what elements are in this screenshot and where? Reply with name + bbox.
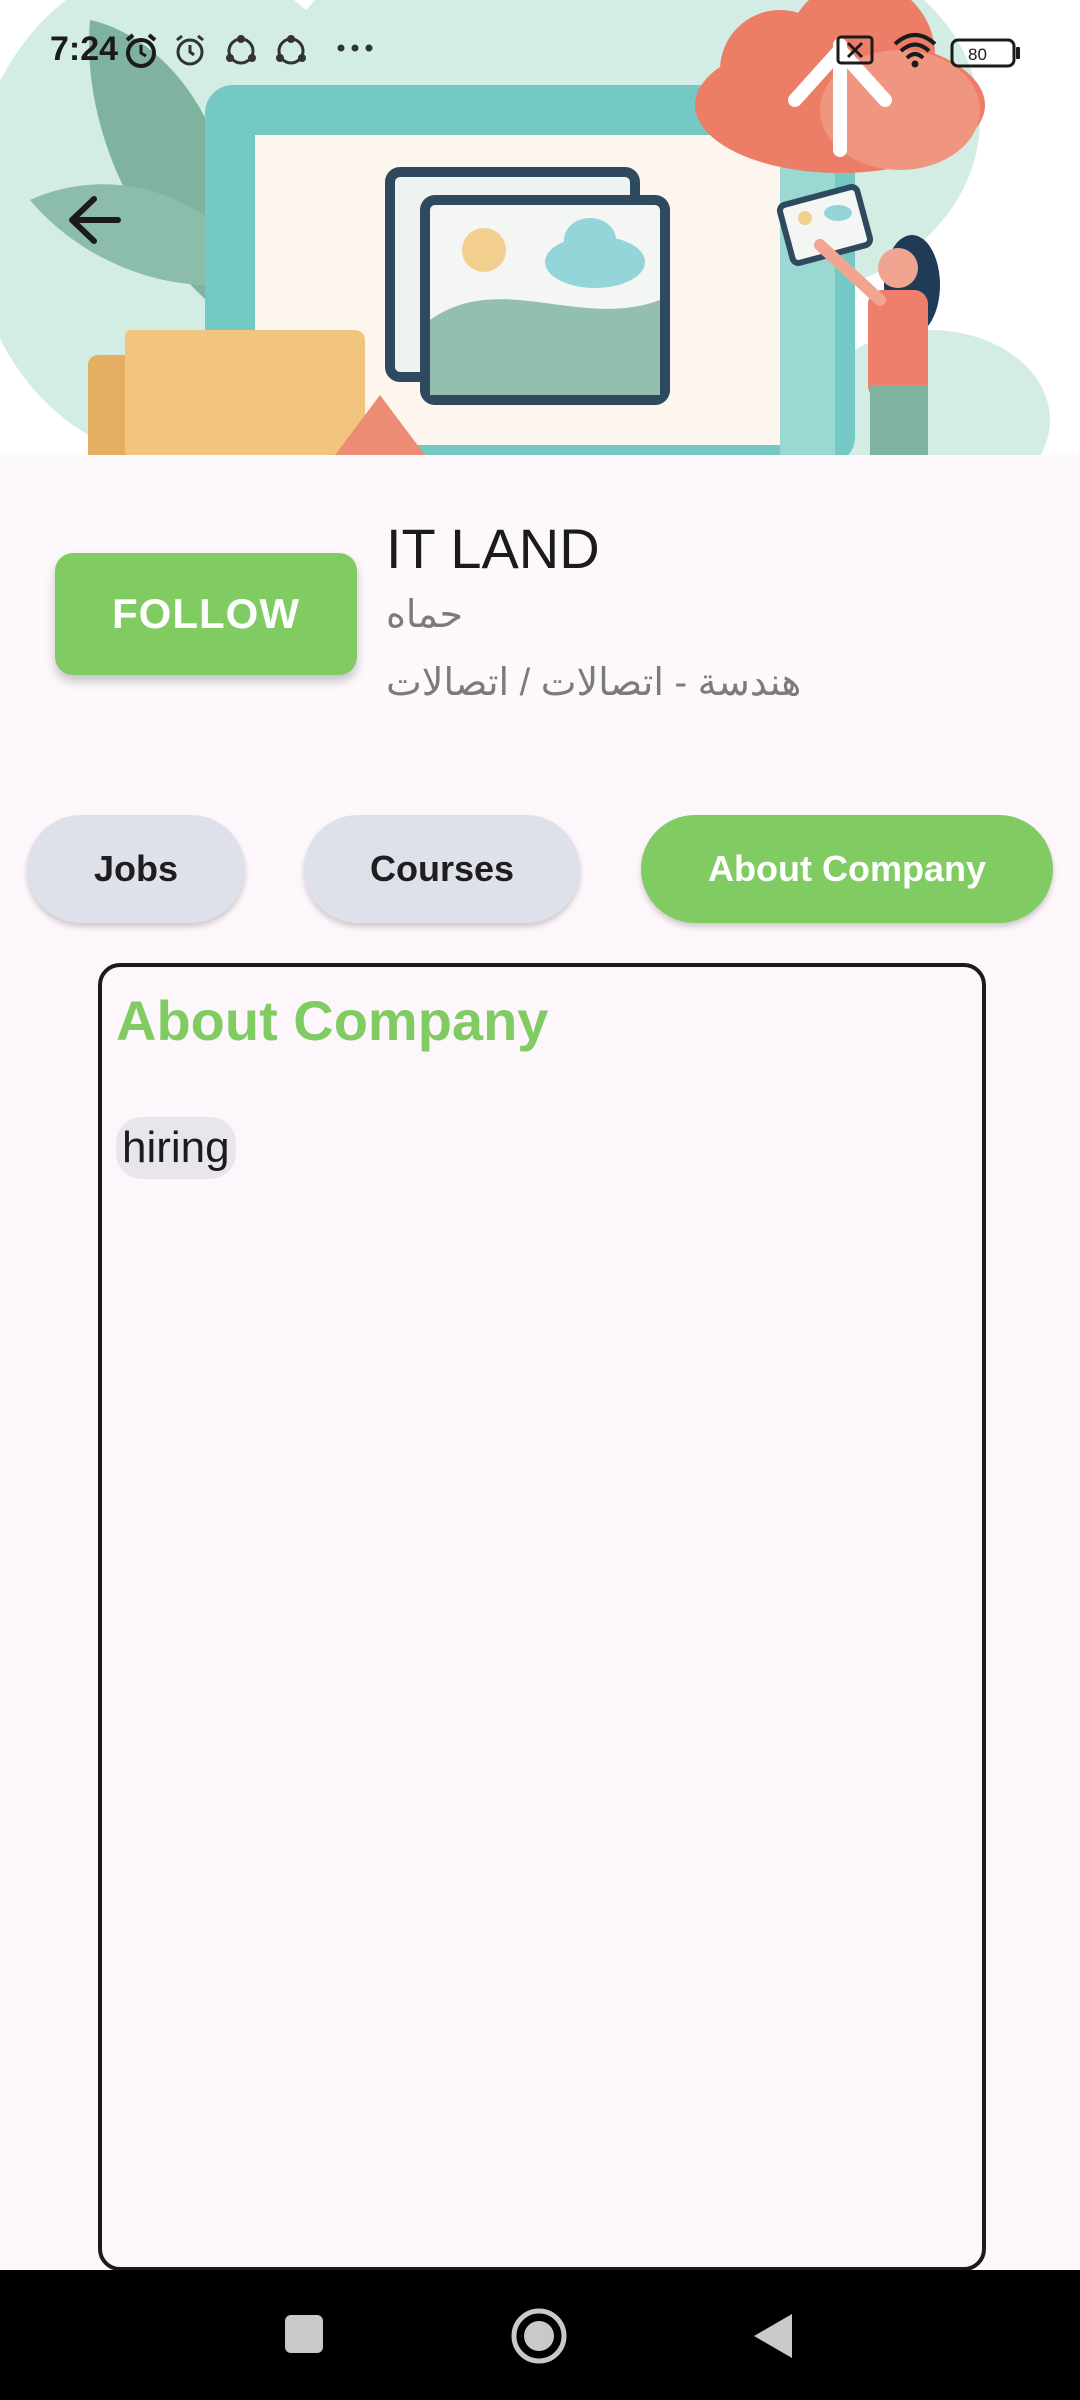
- home-icon: [511, 2308, 567, 2364]
- about-company-title: About Company: [116, 989, 549, 1052]
- sync-icon: [272, 32, 310, 75]
- company-name: IT LAND: [386, 517, 600, 580]
- sync-icon: [222, 32, 260, 75]
- clock-icon: [172, 32, 208, 73]
- recent-apps-button[interactable]: [283, 2313, 325, 2360]
- nav-back-button[interactable]: [752, 2312, 794, 2365]
- wifi-icon: [893, 32, 937, 73]
- more-dots-icon: [335, 38, 375, 63]
- tab-courses[interactable]: Courses: [304, 815, 580, 923]
- tag-chip: hiring: [116, 1117, 236, 1179]
- back-triangle-icon: [754, 2314, 792, 2358]
- tab-jobs[interactable]: Jobs: [27, 815, 245, 923]
- alarm-icon: [122, 32, 160, 75]
- battery-icon: 80: [950, 38, 1022, 73]
- company-category: هندسة - اتصالات / اتصالات: [386, 662, 802, 704]
- follow-button[interactable]: FOLLOW: [55, 553, 357, 675]
- battery-level-text: 80: [968, 45, 987, 64]
- company-city: حماه: [386, 594, 463, 636]
- home-button[interactable]: [510, 2307, 568, 2370]
- recent-apps-icon: [285, 2315, 323, 2353]
- status-bar: 7:24 80: [0, 0, 1080, 110]
- no-sim-icon: [835, 32, 875, 73]
- arrow-back-icon: [69, 196, 121, 244]
- tab-about-company[interactable]: About Company: [641, 815, 1053, 923]
- back-button[interactable]: [60, 185, 130, 255]
- system-navigation-bar: [0, 2270, 1080, 2400]
- status-time: 7:24: [50, 30, 119, 68]
